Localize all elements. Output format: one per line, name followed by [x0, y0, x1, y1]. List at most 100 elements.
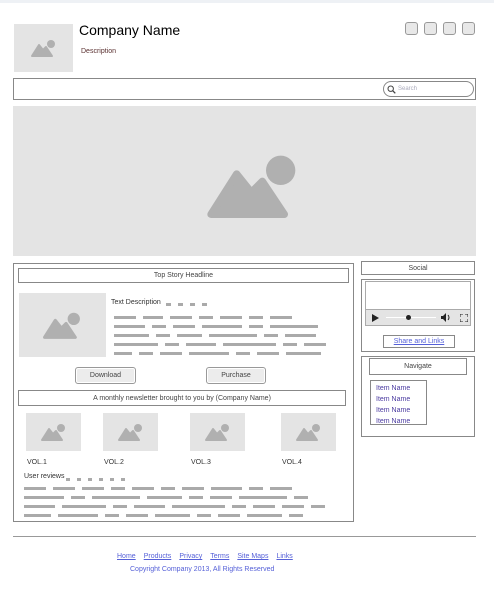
footer-link-home[interactable]: Home — [117, 553, 136, 560]
square-button[interactable] — [443, 22, 456, 35]
text-line — [270, 487, 292, 490]
footer-link-site-maps[interactable]: Site Maps — [237, 553, 268, 560]
text-line — [209, 334, 257, 337]
text-line — [232, 505, 246, 508]
share-links-button[interactable]: Share and Links — [383, 335, 455, 348]
volume-image[interactable] — [103, 413, 158, 451]
text-line — [113, 505, 127, 508]
footer-link-products[interactable]: Products — [144, 553, 172, 560]
image-icon — [204, 424, 229, 441]
text-line — [126, 514, 148, 517]
text-line — [270, 325, 318, 328]
text-line — [110, 478, 114, 481]
hero-image — [13, 106, 476, 256]
text-line — [105, 514, 119, 517]
navigate-label: Navigate — [404, 363, 432, 370]
company-name: Company Name — [79, 22, 181, 38]
text-line — [304, 343, 326, 346]
text-line — [156, 334, 170, 337]
video-player[interactable] — [365, 281, 471, 326]
text-line — [161, 487, 175, 490]
text-line — [92, 496, 140, 499]
volume-image[interactable] — [26, 413, 81, 451]
text-line — [88, 478, 92, 481]
text-line — [134, 505, 165, 508]
footer-link-links[interactable]: Links — [276, 553, 292, 560]
text-line — [155, 514, 190, 517]
text-line — [247, 514, 282, 517]
text-line — [77, 478, 81, 481]
volume-image[interactable] — [190, 413, 245, 451]
text-line — [114, 325, 145, 328]
nav-item[interactable]: Item Name — [376, 383, 426, 394]
square-button[interactable] — [405, 22, 418, 35]
navigate-box: Navigate — [369, 358, 467, 375]
footer-link-terms[interactable]: Terms — [210, 553, 229, 560]
slider-handle[interactable] — [406, 315, 411, 320]
square-button[interactable] — [424, 22, 437, 35]
text-line — [236, 352, 250, 355]
text-line — [114, 334, 149, 337]
text-line — [202, 303, 207, 306]
nav-item[interactable]: Item Name — [376, 405, 426, 416]
text-line — [189, 352, 229, 355]
play-icon[interactable] — [372, 314, 379, 322]
text-line — [282, 505, 304, 508]
company-description: Description — [81, 48, 117, 55]
social-label: Social — [408, 264, 428, 272]
text-description: Text Description — [111, 299, 161, 306]
footer-links: Home Products Privacy Terms Site Maps Li… — [117, 553, 293, 560]
image-icon — [30, 40, 55, 57]
image-icon — [42, 312, 80, 339]
search-icon — [387, 85, 396, 94]
text-line — [223, 343, 276, 346]
text-line — [111, 487, 125, 490]
text-line — [62, 505, 106, 508]
text-line — [114, 343, 158, 346]
footer-divider — [13, 536, 476, 537]
text-line — [202, 325, 242, 328]
nav-item[interactable]: Item Name — [376, 394, 426, 405]
purchase-button[interactable]: Purchase — [206, 367, 266, 384]
text-line — [178, 303, 183, 306]
volume-image[interactable] — [281, 413, 336, 451]
text-line — [170, 316, 192, 319]
text-line — [294, 496, 308, 499]
square-button[interactable] — [462, 22, 475, 35]
text-line — [289, 514, 303, 517]
text-line — [285, 334, 316, 337]
volume-icon[interactable] — [441, 313, 451, 322]
text-line — [249, 487, 263, 490]
text-line — [152, 325, 166, 328]
nav-item[interactable]: Item Name — [376, 416, 426, 427]
text-line — [53, 487, 75, 490]
window-buttons — [405, 22, 475, 35]
share-links-link[interactable]: Share and Links — [394, 338, 445, 345]
footer-link-privacy[interactable]: Privacy — [179, 553, 202, 560]
text-line — [311, 505, 325, 508]
text-line — [257, 352, 279, 355]
text-line — [218, 514, 240, 517]
progress-slider[interactable] — [386, 317, 436, 318]
text-line — [264, 334, 278, 337]
fullscreen-icon[interactable] — [460, 314, 468, 322]
text-line — [114, 316, 136, 319]
search-input[interactable]: Search — [383, 81, 474, 97]
image-icon — [40, 424, 65, 441]
text-line — [114, 352, 132, 355]
text-line — [253, 505, 275, 508]
download-button[interactable]: Download — [75, 367, 136, 384]
text-line — [24, 514, 51, 517]
image-icon — [295, 424, 320, 441]
text-line — [132, 487, 154, 490]
video-controls — [366, 309, 470, 325]
volume-label: VOL.2 — [104, 459, 124, 466]
text-line — [82, 487, 104, 490]
text-line — [172, 505, 225, 508]
image-icon — [117, 424, 142, 441]
image-icon — [206, 155, 295, 218]
newsletter-text: A monthly newsletter brought to you by (… — [93, 394, 271, 402]
text-line — [177, 334, 202, 337]
text-line — [121, 478, 125, 481]
text-line — [66, 478, 70, 481]
